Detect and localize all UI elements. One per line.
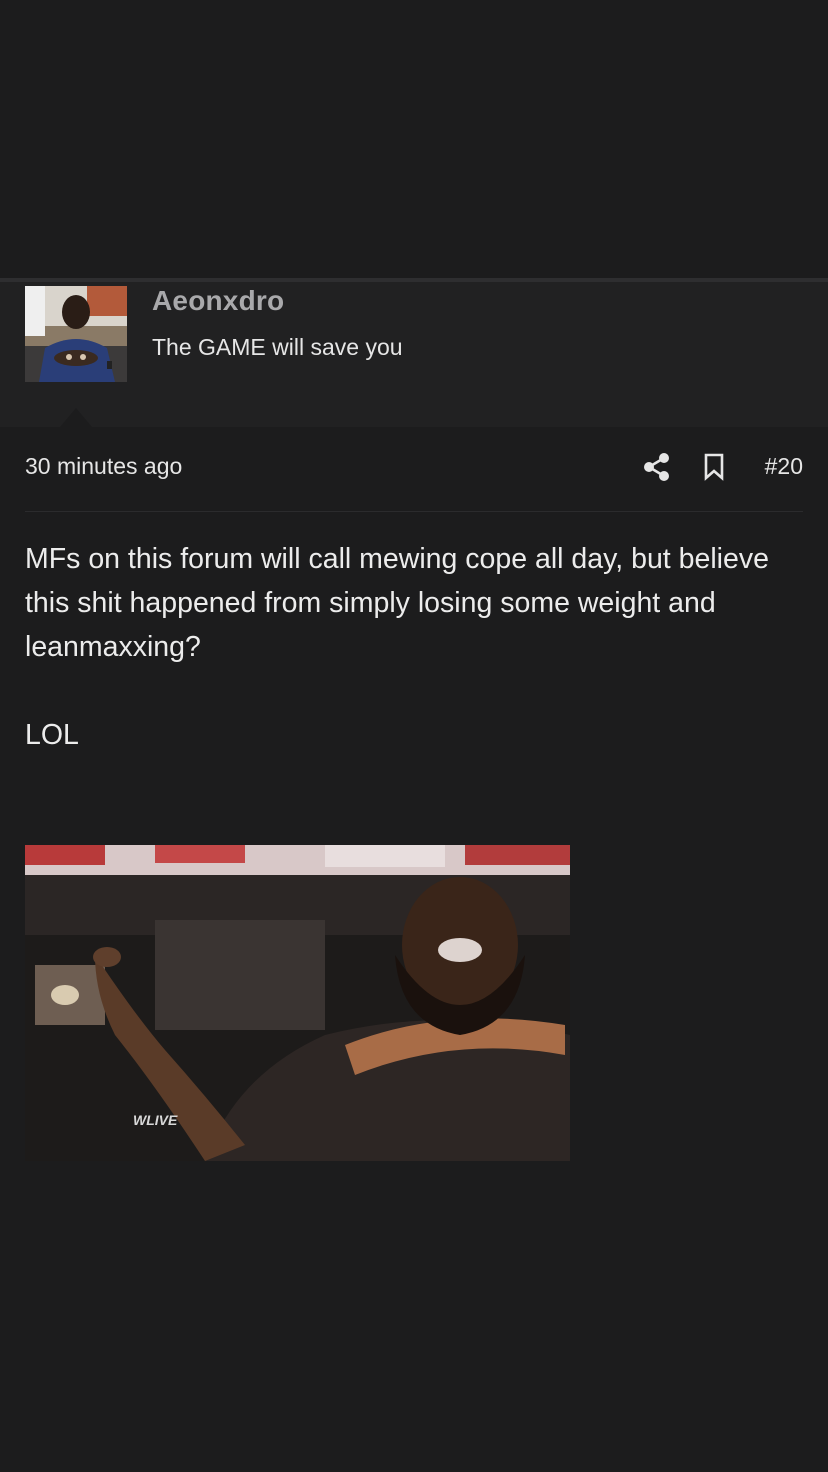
gif-watermark: WLIVE	[133, 1112, 178, 1128]
post-paragraph: MFs on this forum will call mewing cope …	[25, 543, 769, 663]
avatar-caret	[60, 408, 92, 427]
post-attachment-image[interactable]: WLIVE	[25, 845, 570, 1161]
post-timestamp[interactable]: 30 minutes ago	[25, 453, 182, 480]
post-body: MFs on this forum will call mewing cope …	[25, 537, 785, 757]
post-number-link[interactable]: #20	[765, 453, 803, 480]
top-empty-area	[0, 0, 828, 278]
author-user-title: The GAME will save you	[152, 334, 403, 360]
meta-divider	[25, 511, 803, 512]
author-username[interactable]: Aeonxdro	[152, 285, 284, 317]
bookmark-icon[interactable]	[703, 453, 725, 481]
post-reaction-text: LOL	[25, 719, 79, 751]
share-icon[interactable]	[643, 452, 671, 482]
post-meta-row: 30 minutes ago #20	[25, 450, 803, 486]
avatar[interactable]	[25, 286, 127, 382]
avatar-photo-icon	[25, 286, 127, 382]
